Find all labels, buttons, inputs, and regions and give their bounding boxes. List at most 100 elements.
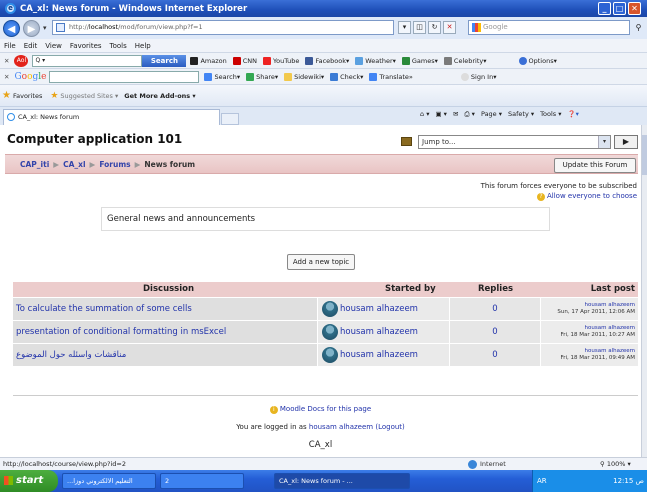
logout-link[interactable]: (Logout) <box>375 423 404 431</box>
zoom-level[interactable]: ⚲ 100% ▾ <box>600 458 631 470</box>
menu-file[interactable]: File <box>4 42 16 50</box>
address-dropdown-icon[interactable]: ▾ <box>398 21 411 34</box>
recent-pages-dropdown-icon[interactable]: ▾ <box>43 24 47 32</box>
taskbar-item-active[interactable]: CA_xl: News forum - ... <box>274 473 410 489</box>
close-toolbar-icon[interactable]: ✕ <box>4 57 9 65</box>
google-translate-button[interactable]: Translate » <box>369 72 413 81</box>
google-search-input[interactable] <box>49 70 200 83</box>
taskbar-item[interactable]: ...التعليم الالكتروني دوزا <box>62 473 156 489</box>
last-post-date[interactable]: Fri, 18 Mar 2011, 10:27 AM <box>541 332 635 339</box>
compatibility-view-icon[interactable]: ◫ <box>413 21 426 34</box>
address-bar[interactable]: http://localhost/mod/forum/view.php?f=1 <box>52 20 394 35</box>
last-post-user[interactable]: housam alhazeem <box>541 325 635 332</box>
addons-link[interactable]: Get More Add-ons ▾ <box>124 92 195 100</box>
replies-link[interactable]: 0 <box>450 298 540 320</box>
aol-youtube-link[interactable]: YouTube <box>263 56 299 65</box>
aol-celebrity-link[interactable]: Celebrity ▾ <box>443 56 487 65</box>
print-icon[interactable]: ⎙ ▾ <box>464 110 475 119</box>
menu-view[interactable]: View <box>45 42 62 50</box>
menu-edit[interactable]: Edit <box>24 42 38 50</box>
google-signin-button[interactable]: Sign In ▾ <box>460 72 496 81</box>
aol-amazon-link[interactable]: Amazon <box>190 56 227 65</box>
forward-button[interactable]: ▶ <box>23 19 40 37</box>
favorites-button[interactable]: Favorites <box>13 92 42 100</box>
discussion-link[interactable]: To calculate the summation of some cells <box>13 298 317 320</box>
safety-menu[interactable]: Safety ▾ <box>508 110 534 119</box>
add-favorite-icon[interactable]: ★ <box>50 91 58 101</box>
aol-search-input[interactable]: Q ▾ <box>32 54 143 67</box>
page-menu[interactable]: Page ▾ <box>481 110 502 119</box>
footer-course-link[interactable]: CA_xl <box>0 440 641 450</box>
menu-tools[interactable]: Tools <box>110 42 127 50</box>
google-toolbar: ✕ Google Search ▾ Share ▾ Sidewiki ▾ Che… <box>0 68 647 84</box>
update-forum-button[interactable]: Update this Forum <box>554 158 636 173</box>
last-post-date[interactable]: Sun, 17 Apr 2011, 12:06 AM <box>541 309 635 316</box>
col-replies[interactable]: Replies <box>478 284 513 294</box>
google-search-button[interactable]: Search ▾ <box>204 72 240 81</box>
author-link[interactable]: housam alhazeem <box>340 350 418 360</box>
breadcrumb-ca-xl[interactable]: CA_xl <box>63 160 85 169</box>
aol-facebook-link[interactable]: Facebook ▾ <box>305 56 349 65</box>
aol-search-button[interactable]: Search <box>142 54 187 67</box>
help-icon[interactable]: ❓▾ <box>567 110 578 119</box>
aol-games-link[interactable]: Games ▾ <box>401 56 438 65</box>
search-input[interactable]: Google <box>468 20 630 35</box>
allow-choose-link[interactable]: Allow everyone to choose <box>547 192 637 200</box>
author-link[interactable]: housam alhazeem <box>340 327 418 337</box>
security-zone[interactable]: Internet <box>468 458 506 470</box>
minimize-button[interactable]: _ <box>598 2 611 15</box>
jump-to-select[interactable]: Jump to... ▾ <box>418 135 611 149</box>
mail-icon[interactable]: ✉ <box>453 110 458 119</box>
search-go-icon[interactable]: ⚲ <box>632 21 645 34</box>
replies-link[interactable]: 0 <box>450 344 540 366</box>
add-topic-button[interactable]: Add a new topic <box>287 254 355 270</box>
google-sidewiki-button[interactable]: Sidewiki ▾ <box>284 72 324 81</box>
menu-favorites[interactable]: Favorites <box>70 42 102 50</box>
avatar[interactable] <box>322 301 338 317</box>
maximize-button[interactable]: □ <box>613 2 626 15</box>
aol-cnn-link[interactable]: CNN <box>232 56 257 65</box>
avatar[interactable] <box>322 347 338 363</box>
close-window-button[interactable]: ✕ <box>628 2 641 15</box>
logged-user-link[interactable]: housam alhazeem <box>309 423 373 431</box>
aol-weather-link[interactable]: Weather ▾ <box>355 56 396 65</box>
last-post-date[interactable]: Fri, 18 Mar 2011, 09:49 AM <box>541 355 635 362</box>
feeds-icon[interactable]: ▣ ▾ <box>435 110 446 119</box>
avatar[interactable] <box>322 324 338 340</box>
clock[interactable]: 12:15 ص <box>613 470 644 492</box>
breadcrumb-forums[interactable]: Forums <box>99 160 130 169</box>
back-button[interactable]: ◀ <box>3 19 20 37</box>
refresh-icon[interactable]: ↻ <box>428 21 441 34</box>
stop-icon[interactable]: ✕ <box>443 21 456 34</box>
jump-go-button[interactable]: ▶ <box>614 135 638 149</box>
start-button[interactable]: start <box>0 470 58 492</box>
menu-help[interactable]: Help <box>135 42 151 50</box>
close-google-toolbar-icon[interactable]: ✕ <box>4 73 9 81</box>
help-icon[interactable]: ? <box>537 193 545 201</box>
discussion-link[interactable]: presentation of conditional formatting i… <box>13 321 317 343</box>
moodle-docs-link[interactable]: Moodle Docs for this page <box>280 405 371 413</box>
last-post-user[interactable]: housam alhazeem <box>541 348 635 355</box>
replies-link[interactable]: 0 <box>450 321 540 343</box>
suggested-sites-link[interactable]: Suggested Sites ▾ <box>60 92 118 100</box>
last-post-user[interactable]: housam alhazeem <box>541 302 635 309</box>
discussion-link[interactable]: مناقشات واسئله حول الموضوع <box>13 344 317 366</box>
scrollbar-thumb[interactable] <box>642 135 647 175</box>
author-link[interactable]: housam alhazeem <box>340 304 418 314</box>
col-discussion[interactable]: Discussion <box>143 284 194 294</box>
aol-options-button[interactable]: Options ▾ <box>518 56 557 65</box>
tab-ca-xl-news-forum[interactable]: CA_xl: News forum <box>3 109 220 125</box>
new-tab-button[interactable] <box>221 113 239 125</box>
vertical-scrollbar[interactable] <box>641 125 647 457</box>
google-share-button[interactable]: Share ▾ <box>246 72 278 81</box>
breadcrumb-cap-iti[interactable]: CAP_iti <box>20 160 49 169</box>
ie-logo-icon: e <box>5 3 16 14</box>
tools-menu[interactable]: Tools ▾ <box>540 110 561 119</box>
language-indicator[interactable]: AR <box>537 477 547 485</box>
google-check-button[interactable]: Check ▾ <box>330 72 363 81</box>
col-started-by[interactable]: Started by <box>385 284 436 294</box>
home-icon[interactable]: ⌂ ▾ <box>420 110 429 119</box>
taskbar-item[interactable]: 2 <box>160 473 244 489</box>
edit-settings-icon[interactable] <box>401 137 412 146</box>
col-last-post[interactable]: Last post <box>591 284 635 294</box>
